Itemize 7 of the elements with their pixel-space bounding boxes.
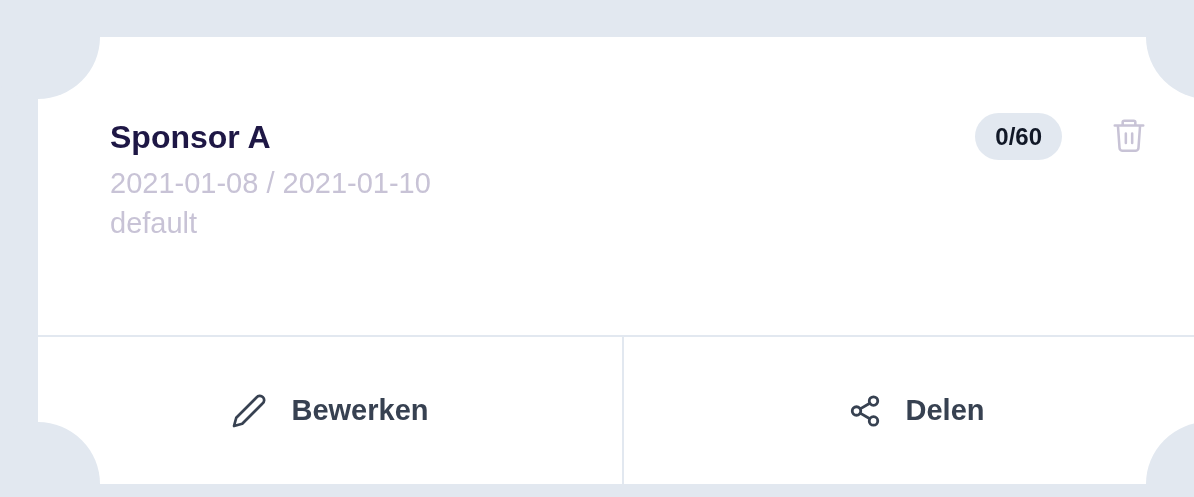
sponsor-title: Sponsor A xyxy=(110,118,272,157)
share-button[interactable]: Delen xyxy=(622,337,1194,484)
pencil-icon xyxy=(231,392,268,429)
count-badge: 0/60 xyxy=(975,113,1062,160)
date-range: 2021-01-08 / 2021-01-10 xyxy=(110,166,431,201)
edit-button[interactable]: Bewerken xyxy=(38,337,622,484)
template-label: default xyxy=(110,206,199,241)
